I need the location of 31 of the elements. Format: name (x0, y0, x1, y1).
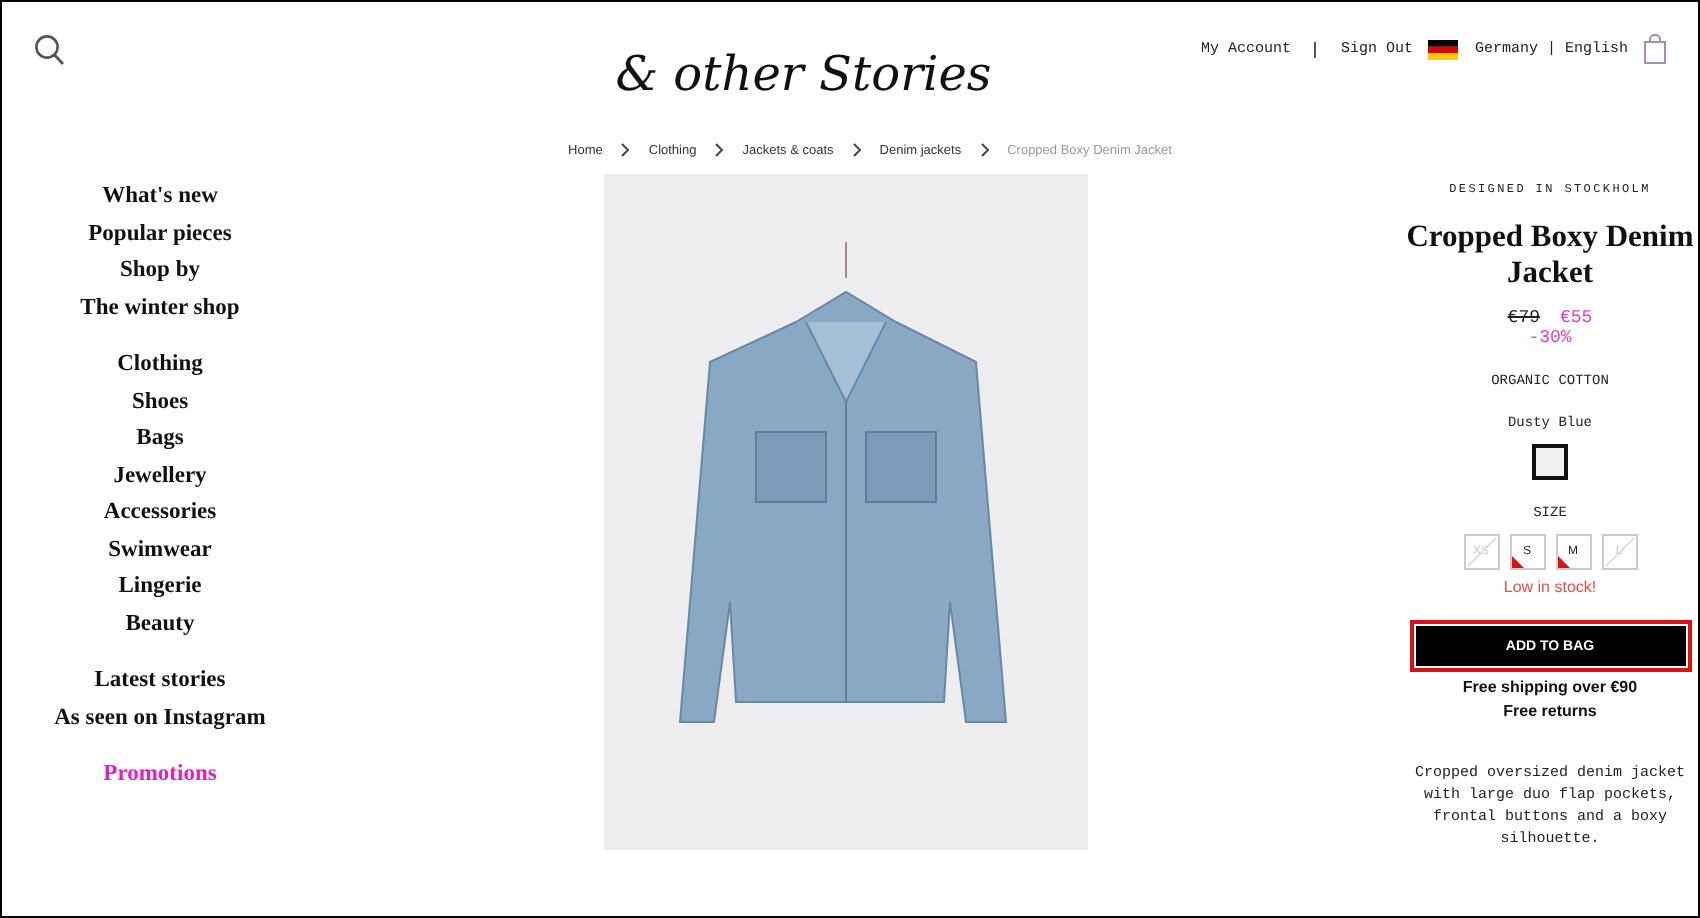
nav-link[interactable]: Popular pieces (88, 219, 232, 250)
nav-link[interactable]: Shop by (120, 256, 200, 287)
stock-note: Low in stock! (1503, 578, 1597, 596)
nav-link[interactable]: Latest stories (94, 666, 226, 697)
chevron-icon (620, 142, 631, 158)
brand-logo[interactable]: & other Stories (615, 46, 992, 102)
nav-link[interactable]: Promotions (103, 760, 217, 791)
sale-price: €55 (1560, 308, 1593, 328)
nav-link[interactable]: What's new (102, 182, 218, 213)
old-price: €79 (1507, 308, 1540, 328)
shipping-note: Free shipping over €90 (1462, 678, 1638, 696)
nav-link[interactable]: As seen on Instagram (54, 703, 266, 734)
nav-link[interactable]: Jewellery (113, 461, 207, 492)
nav-link[interactable]: The winter shop (80, 293, 240, 324)
flag-icon (1428, 39, 1459, 59)
shopping-bag-icon[interactable] (1643, 34, 1666, 64)
product-title: Cropped Boxy Denim Jacket (1404, 220, 1696, 292)
chevron-icon (979, 142, 990, 158)
search-icon[interactable] (34, 34, 66, 68)
nav-link[interactable]: Clothing (117, 350, 203, 381)
chevron-icon (851, 142, 862, 158)
color-swatch[interactable] (1532, 444, 1568, 480)
nav-link[interactable]: Bags (136, 424, 184, 455)
nav-link[interactable]: Lingerie (118, 572, 202, 603)
nav-link[interactable]: Swimwear (108, 535, 212, 566)
returns-note: Free returns (1503, 702, 1597, 720)
discount-label: -30% (1528, 328, 1572, 348)
nav-link[interactable]: Shoes (131, 387, 189, 418)
nav-link[interactable]: Beauty (125, 609, 195, 640)
nav-link[interactable]: Accessories (103, 498, 217, 529)
chevron-icon (714, 142, 725, 158)
